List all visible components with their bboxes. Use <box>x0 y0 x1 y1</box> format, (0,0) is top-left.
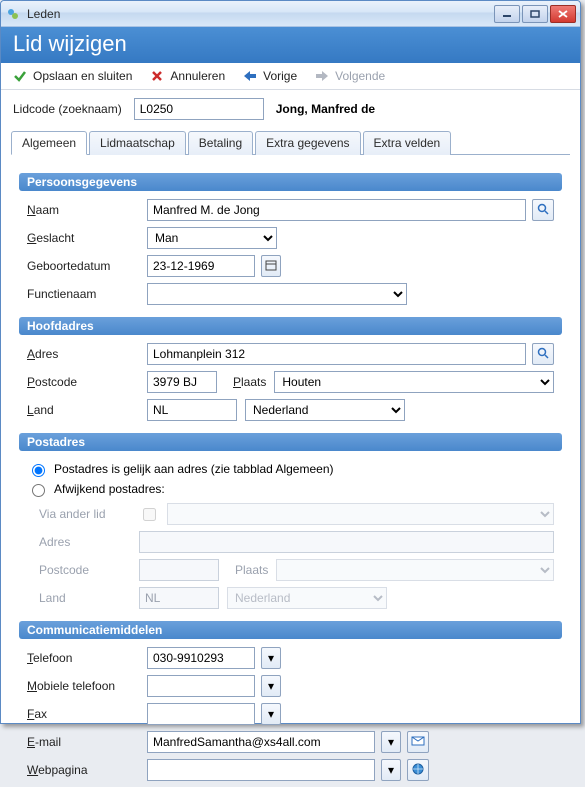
web-dropdown[interactable]: ▾ <box>381 759 401 781</box>
tabs: Algemeen Lidmaatschap Betaling Extra geg… <box>1 130 580 154</box>
mobiel-label: Mobiele telefoon <box>27 679 147 693</box>
magnifier-icon <box>537 347 549 362</box>
save-close-button[interactable]: Opslaan en sluiten <box>13 69 132 83</box>
post-land-code-input <box>139 587 219 609</box>
titlebar: Leden <box>1 1 580 27</box>
web-input[interactable] <box>147 759 375 781</box>
maximize-button[interactable] <box>522 5 548 23</box>
tab-betaling[interactable]: Betaling <box>188 131 253 155</box>
chevron-down-icon: ▾ <box>268 651 274 665</box>
land-code-input[interactable] <box>147 399 237 421</box>
envelope-icon <box>411 735 425 749</box>
post-plaats-label: Plaats <box>235 563 268 577</box>
lidcode-input[interactable] <box>134 98 264 120</box>
post-plaats-select <box>276 559 554 581</box>
fax-label: Fax <box>27 707 147 721</box>
member-display-name: Jong, Manfred de <box>276 102 375 116</box>
section-postadres: Postadres <box>19 433 562 451</box>
close-icon <box>150 69 164 83</box>
chevron-down-icon: ▾ <box>388 763 394 777</box>
page-title: Lid wijzigen <box>1 27 580 63</box>
post-adres-label: Adres <box>39 535 139 549</box>
email-input[interactable] <box>147 731 375 753</box>
datepicker-button[interactable] <box>261 255 281 277</box>
mobiel-input[interactable] <box>147 675 255 697</box>
window-title: Leden <box>27 7 60 21</box>
adres-label: Adres <box>27 347 147 361</box>
naam-label: Naam <box>27 203 147 217</box>
telefoon-label: Telefoon <box>27 651 147 665</box>
tab-extra-velden[interactable]: Extra velden <box>363 131 452 155</box>
tab-panel-algemeen: Persoonsgegevens Naam Geslacht Man Geboo… <box>11 154 570 787</box>
section-hoofdadres: Hoofdadres <box>19 317 562 335</box>
globe-icon <box>412 763 424 778</box>
adres-input[interactable] <box>147 343 526 365</box>
tab-algemeen[interactable]: Algemeen <box>11 131 87 155</box>
plaats-select[interactable]: Houten <box>274 371 554 393</box>
next-button: Volgende <box>315 69 385 83</box>
post-postcode-label: Postcode <box>39 563 139 577</box>
check-icon <box>13 69 27 83</box>
cancel-label: Annuleren <box>170 69 225 83</box>
web-label: Webpagina <box>27 763 147 777</box>
naam-input[interactable] <box>147 199 526 221</box>
post-land-label: Land <box>39 591 139 605</box>
land-label: Land <box>27 403 147 417</box>
minimize-button[interactable] <box>494 5 520 23</box>
postadres-diff-label: Afwijkend postadres: <box>54 482 165 496</box>
section-communicatie: Communicatiemiddelen <box>19 621 562 639</box>
open-web-button[interactable] <box>407 759 429 781</box>
postadres-diff-radio[interactable] <box>32 484 45 497</box>
plaats-label: Plaats <box>233 375 266 389</box>
post-land-naam-select: Nederland <box>227 587 387 609</box>
arrow-left-icon <box>243 69 257 83</box>
app-icon <box>5 6 21 22</box>
naam-lookup-button[interactable] <box>532 199 554 221</box>
via-ander-lid-label: Via ander lid <box>39 507 139 521</box>
prev-label: Vorige <box>263 69 297 83</box>
close-button[interactable] <box>550 5 576 23</box>
calendar-icon <box>265 259 277 274</box>
post-adres-input <box>139 531 554 553</box>
postadres-same-label: Postadres is gelijk aan adres (zie tabbl… <box>54 462 334 476</box>
land-naam-select[interactable]: Nederland <box>245 399 405 421</box>
save-close-label: Opslaan en sluiten <box>33 69 132 83</box>
toolbar: Opslaan en sluiten Annuleren Vorige Volg… <box>1 63 580 90</box>
cancel-button[interactable]: Annuleren <box>150 69 225 83</box>
postcode-input[interactable] <box>147 371 217 393</box>
geslacht-select[interactable]: Man <box>147 227 277 249</box>
functie-label: Functienaam <box>27 287 147 301</box>
mobiel-dropdown[interactable]: ▾ <box>261 675 281 697</box>
chevron-down-icon: ▾ <box>388 735 394 749</box>
tab-lidmaatschap[interactable]: Lidmaatschap <box>89 131 186 155</box>
section-persoonsgegevens: Persoonsgegevens <box>19 173 562 191</box>
next-label: Volgende <box>335 69 385 83</box>
prev-button[interactable]: Vorige <box>243 69 297 83</box>
chevron-down-icon: ▾ <box>268 679 274 693</box>
tab-extra-gegevens[interactable]: Extra gegevens <box>255 131 360 155</box>
send-email-button[interactable] <box>407 731 429 753</box>
fax-input[interactable] <box>147 703 255 725</box>
postcode-label: Postcode <box>27 375 147 389</box>
telefoon-dropdown[interactable]: ▾ <box>261 647 281 669</box>
geboorte-label: Geboortedatum <box>27 259 147 273</box>
email-label: E-mail <box>27 735 147 749</box>
via-ander-lid-checkbox <box>143 508 156 521</box>
functienaam-select[interactable] <box>147 283 407 305</box>
fax-dropdown[interactable]: ▾ <box>261 703 281 725</box>
postadres-same-radio[interactable] <box>32 464 45 477</box>
chevron-down-icon: ▾ <box>268 707 274 721</box>
post-postcode-input <box>139 559 219 581</box>
magnifier-icon <box>537 203 549 218</box>
lidcode-label: Lidcode (zoeknaam) <box>13 102 122 116</box>
geboortedatum-input[interactable] <box>147 255 255 277</box>
arrow-right-icon <box>315 69 329 83</box>
adres-lookup-button[interactable] <box>532 343 554 365</box>
email-dropdown[interactable]: ▾ <box>381 731 401 753</box>
via-ander-lid-select <box>167 503 554 525</box>
telefoon-input[interactable] <box>147 647 255 669</box>
geslacht-label: Geslacht <box>27 231 147 245</box>
